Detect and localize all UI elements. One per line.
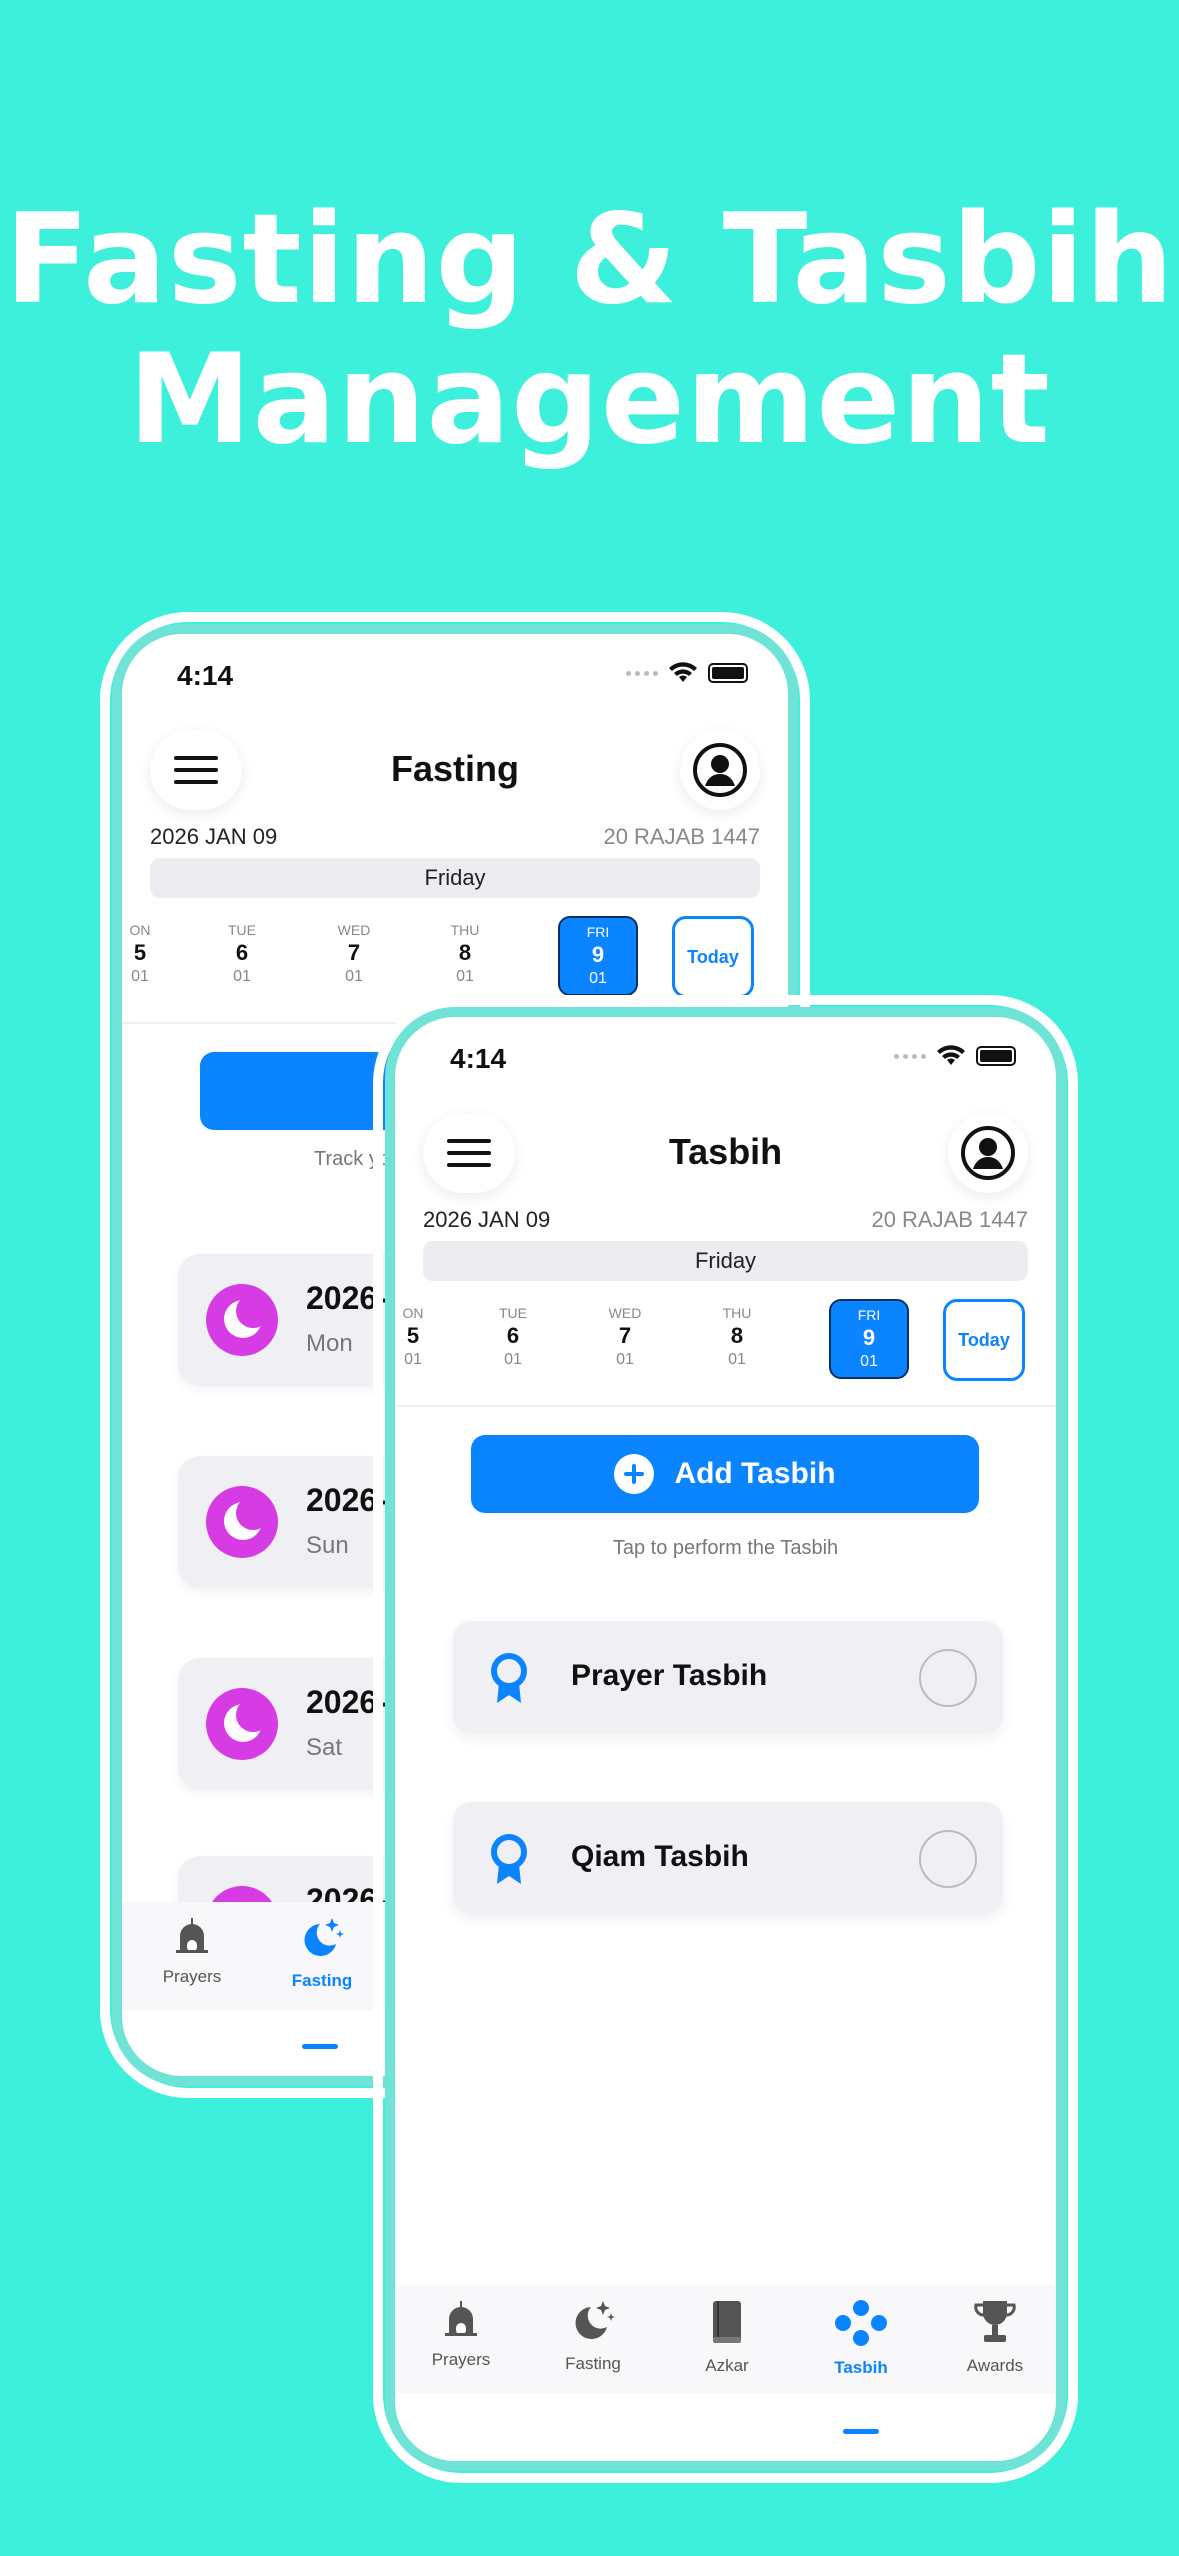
weekday-bar: Friday	[423, 1241, 1028, 1281]
moon-stars-icon	[575, 2301, 615, 2339]
signal-icon	[626, 670, 658, 676]
user-circle-icon	[693, 743, 747, 797]
status-bar: 4:14	[395, 1017, 1056, 1097]
add-tasbih-button[interactable]: Add Tasbih	[471, 1435, 979, 1513]
week-day-selected[interactable]: FRI 9 01	[829, 1299, 909, 1379]
divider	[395, 1405, 1056, 1407]
home-indicator	[302, 2044, 338, 2049]
fast-weekday: Sat	[306, 1734, 343, 1761]
user-circle-icon	[961, 1126, 1015, 1180]
moon-icon	[206, 1688, 278, 1760]
ribbon-icon	[491, 1653, 527, 1703]
plus-icon	[614, 1454, 655, 1494]
wifi-icon	[937, 1045, 965, 1065]
week-strip: ON 5 01 TUE 6 01 WED 7 01 THU 8 01 FRI 9 01 Today	[395, 1299, 1056, 1389]
hijri-date: 20 RAJAB 1447	[603, 824, 760, 849]
profile-button[interactable]	[948, 1113, 1028, 1193]
status-time: 4:14	[450, 1043, 507, 1074]
profile-button[interactable]	[680, 730, 760, 810]
mosque-icon	[176, 1918, 208, 1953]
tab-azkar[interactable]: Azkar	[667, 2299, 787, 2376]
tab-bar: Prayers Fasting Azkar Tasbih Awards	[395, 2285, 1056, 2393]
status-bar: 4:14	[122, 634, 788, 714]
moon-icon	[206, 1486, 278, 1558]
tasbih-item[interactable]: Prayer Tasbih	[453, 1621, 1003, 1733]
tasbih-checkbox[interactable]	[919, 1830, 977, 1888]
week-day[interactable]: ON 5 01	[122, 916, 180, 996]
moon-icon	[206, 1284, 278, 1356]
tasbih-item[interactable]: Qiam Tasbih	[453, 1802, 1003, 1914]
mosque-icon	[445, 2301, 477, 2336]
wifi-icon	[669, 662, 697, 682]
book-icon	[713, 2301, 741, 2343]
week-day[interactable]: THU 8 01	[697, 1299, 777, 1379]
tab-tasbih[interactable]: Tasbih	[801, 2299, 921, 2378]
tab-fasting[interactable]: Fasting	[262, 1916, 382, 1991]
gregorian-date: 2026 JAN 09	[150, 824, 278, 849]
battery-icon	[976, 1046, 1016, 1066]
status-time: 4:14	[177, 660, 234, 691]
tab-prayers[interactable]: Prayers	[401, 2299, 521, 2370]
week-day[interactable]: WED 7 01	[314, 916, 394, 996]
beads-icon	[835, 2300, 887, 2346]
battery-icon	[708, 663, 748, 683]
add-tasbih-label: Add Tasbih	[674, 1457, 836, 1490]
today-button[interactable]: Today	[672, 916, 754, 998]
week-day[interactable]: THU 8 01	[425, 916, 505, 996]
week-day[interactable]: ON 5 01	[395, 1299, 453, 1379]
week-day[interactable]: TUE 6 01	[473, 1299, 553, 1379]
today-button[interactable]: Today	[943, 1299, 1025, 1381]
trophy-icon	[974, 2301, 1016, 2342]
headline: Fasting & Tasbih Management	[0, 190, 1179, 470]
week-day-selected[interactable]: FRI 9 01	[558, 916, 638, 996]
weekday-bar: Friday	[150, 858, 760, 898]
headline-line-2: Management	[128, 328, 1051, 472]
tab-awards[interactable]: Awards	[935, 2299, 1055, 2376]
ribbon-icon	[491, 1834, 527, 1884]
tasbih-checkbox[interactable]	[919, 1649, 977, 1707]
tasbih-hint: Tap to perform the Tasbih	[612, 1537, 839, 1559]
week-day[interactable]: WED 7 01	[585, 1299, 665, 1379]
fast-weekday: Sun	[306, 1532, 349, 1559]
tasbih-name: Qiam Tasbih	[571, 1840, 749, 1873]
gregorian-date: 2026 JAN 09	[423, 1207, 551, 1232]
week-strip: ON 5 01 TUE 6 01 WED 7 01 THU 8 01 FRI 9 01 Today	[122, 916, 788, 1006]
headline-line-1: Fasting & Tasbih	[4, 188, 1175, 332]
hijri-date: 20 RAJAB 1447	[871, 1207, 1028, 1232]
signal-icon	[894, 1053, 926, 1059]
tasbih-screen: 4:14 Tasbih 2026 JAN 09 20 RAJAB 1447 Fr…	[395, 1017, 1056, 2461]
moon-stars-icon	[304, 1918, 344, 1956]
tab-fasting[interactable]: Fasting	[533, 2299, 653, 2374]
week-day[interactable]: TUE 6 01	[202, 916, 282, 996]
fast-weekday: Mon	[306, 1330, 353, 1357]
tasbih-name: Prayer Tasbih	[571, 1659, 768, 1692]
tab-prayers[interactable]: Prayers	[132, 1916, 252, 1987]
home-indicator	[843, 2429, 879, 2434]
